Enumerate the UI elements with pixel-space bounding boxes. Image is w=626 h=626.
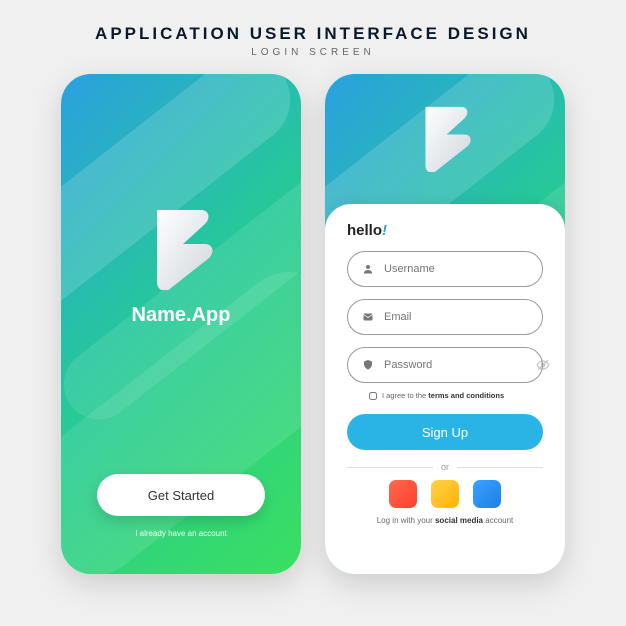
user-icon bbox=[362, 263, 374, 275]
email-field[interactable] bbox=[347, 299, 543, 335]
page-subtitle: LOGIN SCREEN bbox=[0, 47, 626, 58]
terms-label: I agree to the terms and conditions bbox=[382, 391, 504, 400]
terms-link[interactable]: terms and conditions bbox=[428, 391, 504, 400]
splash-screen: Name.App Get Started I already have an a… bbox=[61, 74, 301, 574]
toggle-password-visibility-button[interactable] bbox=[536, 358, 550, 372]
app-logo-icon bbox=[143, 204, 219, 290]
email-input[interactable] bbox=[384, 311, 528, 323]
social-login-blue-button[interactable] bbox=[473, 480, 501, 508]
divider: or bbox=[347, 462, 543, 472]
login-screen: hello! bbox=[325, 74, 565, 574]
email-icon bbox=[362, 311, 374, 323]
page-title: APPLICATION USER INTERFACE DESIGN bbox=[0, 24, 626, 44]
shield-icon bbox=[362, 359, 374, 371]
password-input[interactable] bbox=[384, 359, 526, 371]
username-input[interactable] bbox=[384, 263, 528, 275]
social-login-red-button[interactable] bbox=[389, 480, 417, 508]
username-field[interactable] bbox=[347, 251, 543, 287]
terms-checkbox-row[interactable]: I agree to the terms and conditions bbox=[369, 391, 543, 400]
terms-checkbox[interactable] bbox=[369, 392, 377, 400]
get-started-button[interactable]: Get Started bbox=[97, 474, 265, 516]
app-name: Name.App bbox=[132, 304, 231, 327]
login-card: hello! bbox=[325, 204, 565, 574]
sign-up-button[interactable]: Sign Up bbox=[347, 414, 543, 450]
social-login-yellow-button[interactable] bbox=[431, 480, 459, 508]
greeting: hello! bbox=[347, 222, 543, 239]
password-field[interactable] bbox=[347, 347, 543, 383]
social-login-caption: Log in with your social media account bbox=[347, 516, 543, 525]
eye-off-icon bbox=[536, 360, 550, 375]
app-logo-icon bbox=[414, 102, 476, 177]
already-have-account-link[interactable]: I already have an account bbox=[61, 529, 301, 538]
